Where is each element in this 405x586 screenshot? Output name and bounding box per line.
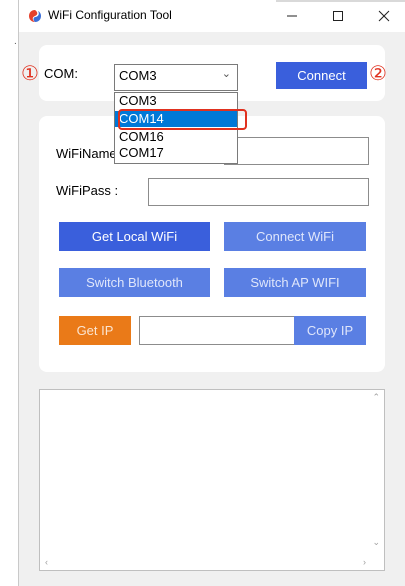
chevron-down-icon: ⌄ — [221, 68, 231, 80]
highlight-box — [118, 109, 247, 130]
app-window: WiFi Configuration Tool ① COM: COM3 ⌄ Co… — [18, 0, 405, 586]
annotation-marker-1: ① — [21, 61, 39, 85]
scroll-right-icon[interactable]: › — [363, 557, 366, 567]
wifi-name-label: WiFiName: — [56, 146, 121, 161]
wifi-name-input[interactable] — [224, 137, 369, 165]
scroll-down-icon[interactable]: ⌄ — [372, 537, 380, 548]
connect-button[interactable]: Connect — [276, 62, 367, 89]
log-textarea[interactable]: ⌃ ⌄ ‹ › — [39, 389, 385, 571]
wifi-pass-input[interactable] — [148, 178, 369, 206]
com-port-value: COM3 — [119, 68, 157, 83]
desktop-left-strip: . — [0, 0, 18, 586]
minimize-icon — [287, 15, 297, 17]
get-ip-button[interactable]: Get IP — [59, 316, 131, 345]
switch-ap-wifi-button[interactable]: Switch AP WIFI — [224, 268, 366, 297]
com-port-select[interactable]: COM3 ⌄ — [114, 64, 238, 91]
get-local-wifi-button[interactable]: Get Local WiFi — [59, 222, 210, 251]
scroll-left-icon[interactable]: ‹ — [45, 557, 48, 567]
scroll-up-icon[interactable]: ⌃ — [372, 392, 380, 403]
ip-output-field[interactable] — [139, 316, 295, 345]
wifi-pass-label: WiFiPass : — [56, 183, 119, 198]
com-option[interactable]: COM17 — [115, 145, 237, 161]
edge-mark: . — [14, 36, 17, 47]
window-title: WiFi Configuration Tool — [48, 8, 172, 22]
close-icon — [378, 10, 390, 22]
com-option[interactable]: COM16 — [115, 129, 237, 145]
maximize-icon — [333, 11, 343, 21]
com-label: COM: — [44, 66, 78, 81]
com-option[interactable]: COM3 — [115, 93, 237, 109]
title-bar: WiFi Configuration Tool — [19, 0, 405, 32]
app-logo-icon — [29, 10, 41, 22]
maximize-button[interactable] — [316, 0, 360, 32]
connect-wifi-button[interactable]: Connect WiFi — [224, 222, 366, 251]
annotation-marker-2: ② — [369, 61, 387, 85]
close-button[interactable] — [362, 0, 405, 32]
copy-ip-button[interactable]: Copy IP — [294, 316, 366, 345]
switch-bluetooth-button[interactable]: Switch Bluetooth — [59, 268, 210, 297]
minimize-button[interactable] — [270, 0, 314, 32]
